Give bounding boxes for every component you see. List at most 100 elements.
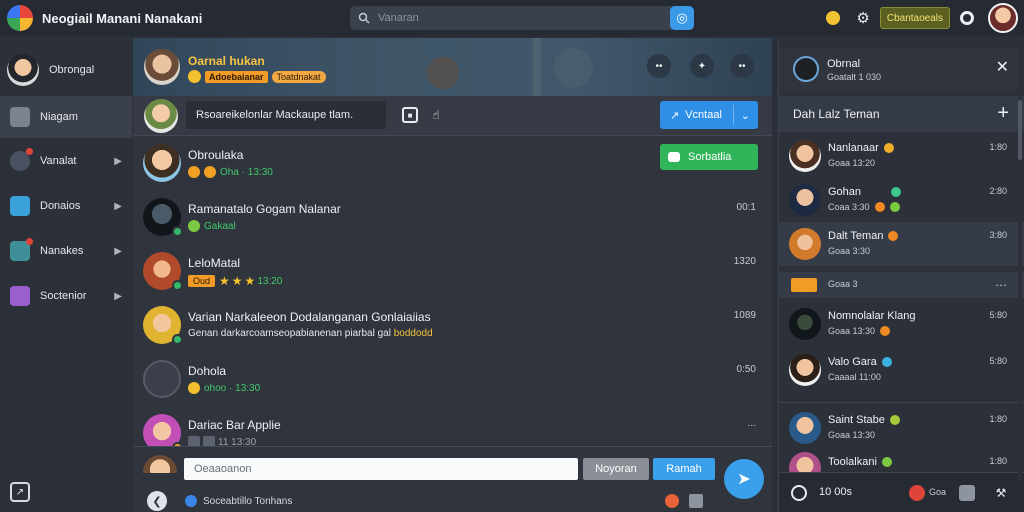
status-badge: Oud [188,275,216,287]
add-icon[interactable]: + [997,102,1009,125]
coin-icon[interactable] [826,11,841,25]
scrollbar-thumb[interactable] [1018,100,1022,160]
chevron-right-icon: ▶ [114,245,122,257]
friend-row[interactable]: Saint Stabe Goaa 13:30 1:80 [779,406,1024,450]
friend-extra-label: Goaa 3 [828,279,858,289]
dropdown-action-button[interactable]: ↗ Vcntaal ⌄ [660,101,758,129]
panel-subtitle: Goatalt 1 030 [827,72,882,82]
friend-name: Gohan [828,186,862,198]
tool-icon[interactable] [689,494,703,508]
friend-row[interactable]: Dalt Teman Goaa 3:30 3:80 [779,222,1024,266]
compose-text[interactable]: Rsoareikelonlar Mackaupe tlam. [186,101,386,129]
list-item-highlight: boddodd [393,328,433,339]
friend-row[interactable]: Nomnolalar Klang Goaa 13:30 5:80 [779,302,1024,346]
left-sidebar: Obrongal Niagam Vanalat ▶ Donaios ▶ Nana… [0,36,132,512]
list-item[interactable]: Dohola ohoo · 13:30 0:50 [133,352,772,406]
avatar [789,354,821,386]
sidebar-profile[interactable]: Obrongal [0,50,132,90]
app-logo [7,5,33,31]
sidebar-item-label: Nanakes [40,245,84,257]
friend-status: Goaa 13:30 [828,430,876,440]
friend-row[interactable]: Gohan Coaa 3:30 2:80 [779,178,1024,222]
sidebar-item-label: Vanalat [40,155,77,167]
avatar [143,252,183,291]
message-input[interactable] [184,458,578,480]
friend-time: 1:80 [989,456,1007,466]
back-icon[interactable]: ❮ [147,491,167,511]
compose-bar: Rsoareikelonlar Mackaupe tlam. ■ ☝ ↗ Vcn… [133,96,772,136]
avatar [789,452,821,472]
more-icon[interactable]: … [995,275,1007,289]
panel-logo-icon [793,56,819,82]
share-icon[interactable]: ↗ [10,482,30,502]
emoji-icon[interactable] [665,494,679,508]
list-item-sub: ohoo · 13:30 [204,382,261,394]
more-icon[interactable]: ... [748,418,756,429]
list-item-time: 00:1 [736,202,756,213]
settings-icon[interactable]: ✦ [690,54,714,78]
contact-icon [10,196,30,216]
status-ring-icon[interactable] [960,11,974,25]
user-avatar[interactable] [988,3,1018,33]
chat-title: Oarnal hukan [188,54,265,68]
avatar [143,306,183,345]
friend-name: Dalt Teman [828,230,884,242]
search-bar[interactable]: ◎ [350,6,694,30]
search-input[interactable] [378,12,658,24]
list-item[interactable]: LeloMatal Oud ★ ★ ★ 13:20 1320 [133,244,772,298]
friend-status: Goaa 13:30 [828,326,876,336]
friend-time: 2:80 [989,186,1007,196]
friend-row[interactable]: Toolalkani 1:80 [779,448,1024,472]
avatar [789,308,821,340]
friend-row[interactable]: Nanlanaar Goaa 13:20 1:80 [779,134,1024,178]
app-title: Neogiail Manani Nanakani [42,10,203,26]
options-icon[interactable]: •• [730,54,754,78]
footer-count: 10 00s [819,486,853,498]
tools-icon[interactable]: ⚒ [993,485,1009,501]
calendar-icon [10,286,30,306]
friend-row[interactable]: Valo Gara Caaaal 11:00 5:80 [779,348,1024,392]
avatar [143,360,181,398]
gamepad-icon[interactable] [959,485,975,501]
secondary-button[interactable]: Noyoran [583,458,649,480]
panel-footer: 10 00s Goa ⚒ [779,472,1024,512]
friend-extra-row[interactable]: Goaa 3 … [779,272,1024,298]
thumbs-up-icon[interactable]: ☝ [428,107,444,123]
friend-name: Nomnolalar Klang [828,310,916,322]
list-item[interactable]: Ramanatalo Gogam Nalanar Gakaal 00:1 [133,190,772,244]
friend-time: 5:80 [989,356,1007,366]
sidebar-item-vanalat[interactable]: Vanalat ▶ [0,140,132,182]
footer-info-text: Soceabtillo Tonhans [203,495,293,507]
avatar [789,184,821,216]
friend-status: Coaa 3:30 [828,202,870,212]
alert-icon[interactable] [909,485,925,501]
section-title: Dah Lalz Teman [793,107,880,121]
sidebar-item-niagam[interactable]: Niagam [0,96,132,138]
footer-sub: Goa [929,487,947,497]
chevron-right-icon: ▶ [114,155,122,167]
sidebar-item-donaios[interactable]: Donaios ▶ [0,185,132,227]
list-item[interactable]: Varian Narkaleeon Dodalanganan Gonlaiaii… [133,298,772,352]
search-submit-button[interactable]: ◎ [670,6,694,30]
avatar [143,198,183,237]
sidebar-item-label: Soctenior [40,290,87,302]
primary-button[interactable]: Ramah [653,458,715,480]
attachment-icon[interactable]: ■ [402,107,418,123]
chevron-down-icon: ⌄ [740,109,750,122]
chevron-right-icon: ▶ [114,200,122,212]
friend-name: Saint Stabe [828,414,885,426]
list-item[interactable]: Obroulaka Oha · 13:30 [133,136,772,190]
friend-name: Valo Gara [828,356,877,368]
topbar-action-button[interactable]: Cbantaoeals [879,7,950,29]
gear-icon[interactable]: ⚙ [856,9,869,27]
avatar[interactable] [144,49,180,85]
more-icon[interactable]: •• [647,54,671,78]
list-item-name: Ramanatalo Gogam Nalanar [188,202,341,216]
sidebar-item-nanakes[interactable]: Nanakes ▶ [0,230,132,272]
send-button[interactable]: ➤ [724,459,764,499]
close-icon[interactable]: ✕ [996,57,1009,77]
clock-icon[interactable] [791,485,807,501]
sidebar-item-soctenior[interactable]: Soctenior ▶ [0,275,132,317]
emoji-icon [188,70,201,83]
list-item-name: Dariac Bar Applie [188,418,281,432]
